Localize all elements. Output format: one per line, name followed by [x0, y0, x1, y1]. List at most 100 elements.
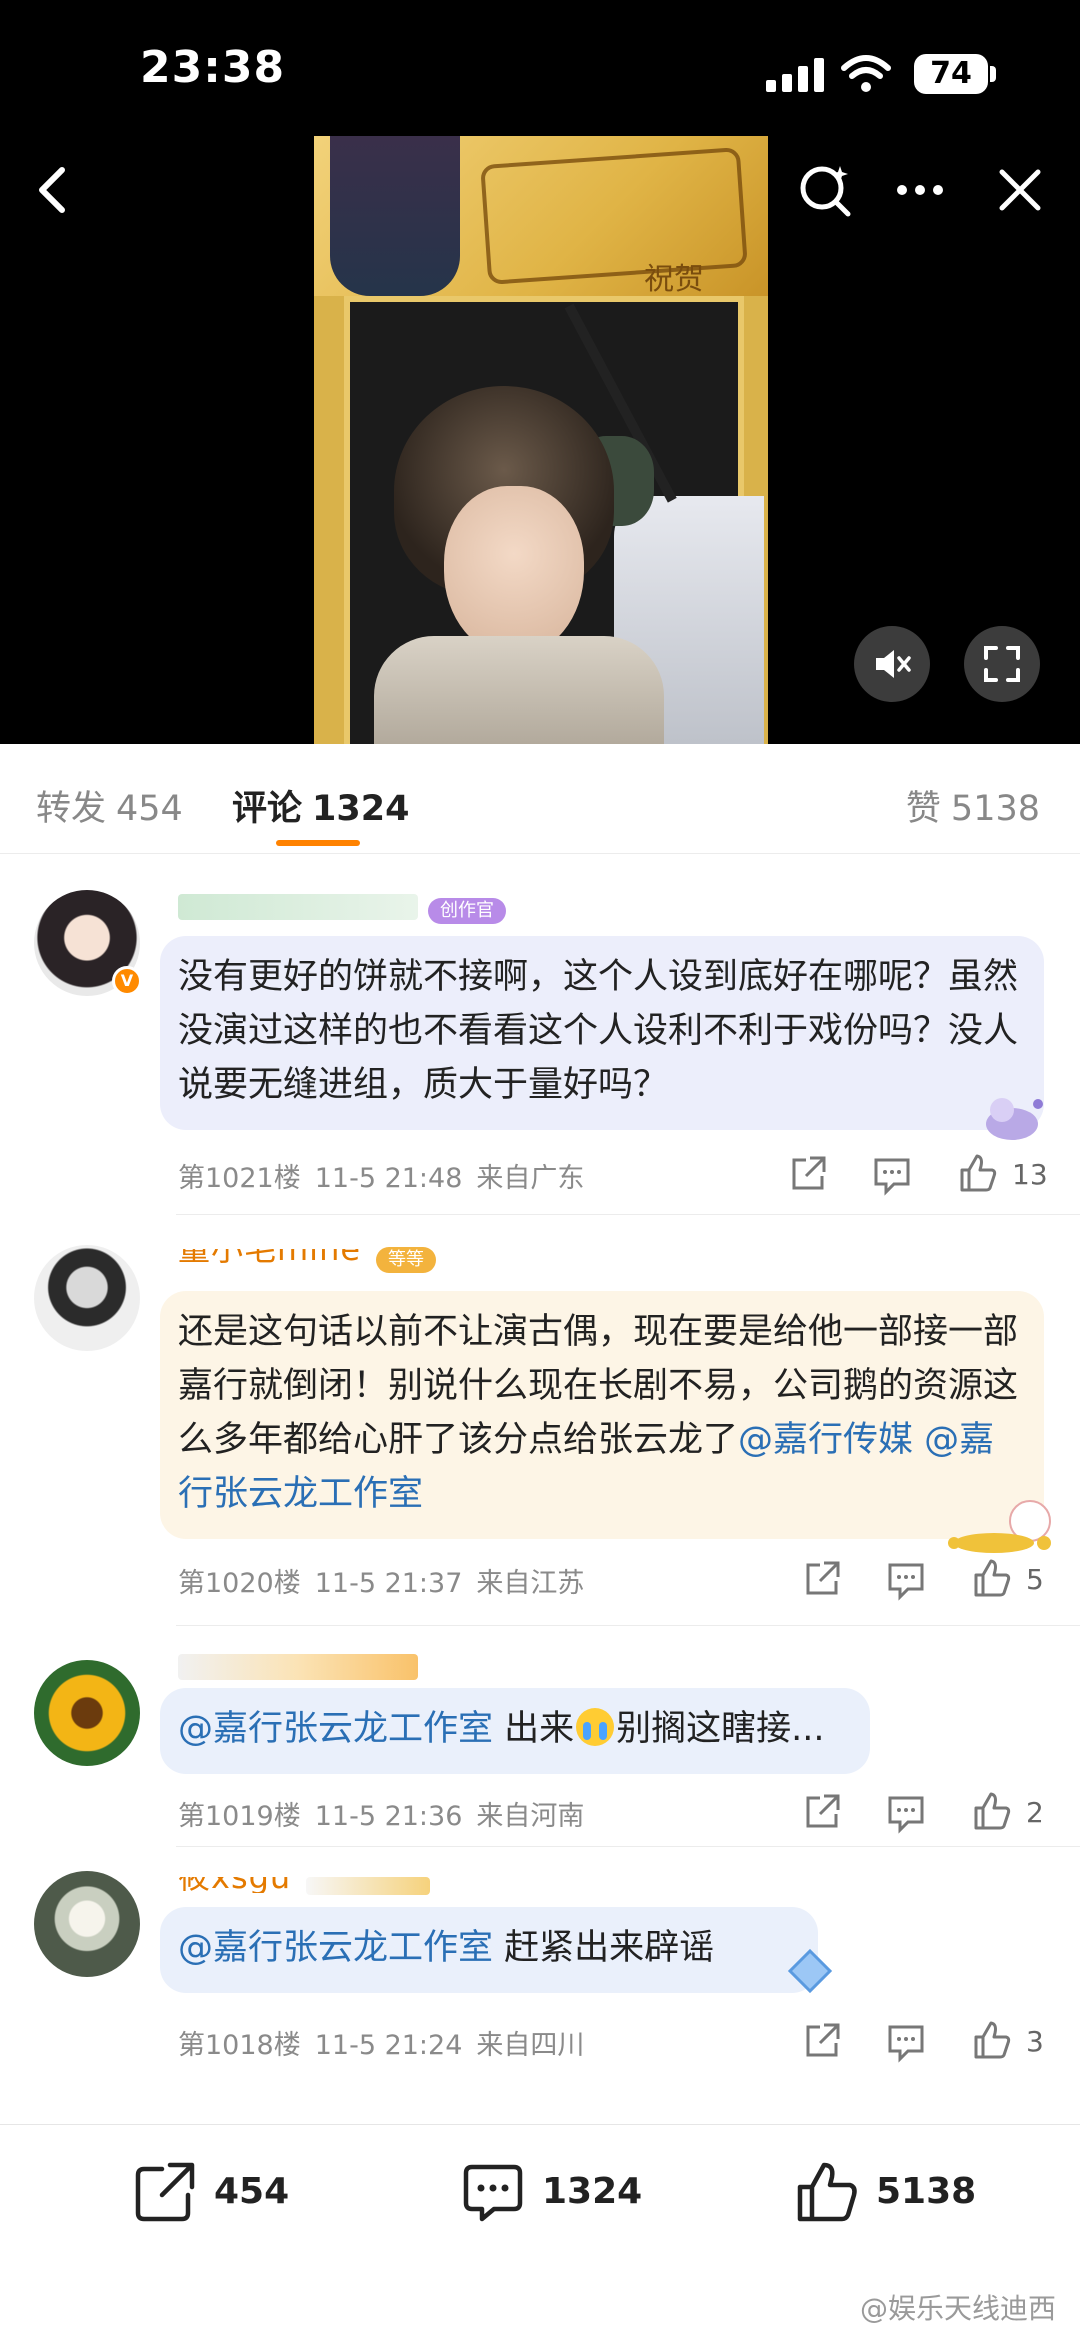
comment-bubble[interactable]: @嘉行张云龙工作室 出来 别搁这瞎接...	[160, 1688, 870, 1774]
comment-text: @嘉行张云龙工作室 赶紧出来辟谣	[178, 1921, 800, 1975]
like-icon[interactable]	[956, 1152, 1000, 1196]
comment-item: 筱xsgu @嘉行张云龙工作室 赶紧出来辟谣 第1018楼 11-5 21:24 来…	[0, 1847, 1080, 2087]
share-icon[interactable]	[800, 1557, 844, 1601]
fullscreen-icon	[984, 646, 1020, 682]
comment-text-body: 出来	[504, 1709, 575, 1749]
tab-comment-count: 1324	[312, 789, 410, 829]
battery-indicator: 74	[914, 54, 988, 94]
comment-location: 来自广东	[476, 1163, 585, 1194]
comment-text-body: 别搁这瞎接...	[616, 1709, 825, 1749]
share-icon[interactable]	[800, 1790, 844, 1834]
tab-comment-label: 评论	[232, 789, 303, 829]
video-banner-title-frame	[480, 147, 748, 285]
comment-bubble[interactable]: 没有更好的饼就不接啊，这个人设到底好在哪呢？虽然没演过这样的也不看看这个人设利不…	[160, 936, 1044, 1130]
comment-bubble[interactable]: @嘉行张云龙工作室 赶紧出来辟谣	[160, 1907, 818, 1993]
video-figure-thumbnail	[330, 136, 460, 296]
reply-icon[interactable]	[884, 1790, 928, 1834]
tab-repost-count: 454	[116, 789, 183, 829]
status-bar: 23:38 74	[0, 0, 1080, 150]
creator-badge: 创作官	[428, 898, 506, 924]
speaker-muted-icon	[876, 650, 911, 678]
comment-icon	[463, 2164, 523, 2222]
avatar[interactable]	[34, 1660, 140, 1766]
avatar[interactable]	[34, 1871, 140, 1977]
username-redacted	[178, 894, 418, 920]
comment-text: @嘉行张云龙工作室 出来 别搁这瞎接...	[178, 1702, 852, 1756]
active-tab-indicator	[276, 840, 360, 846]
watermark-text: @娱乐天线迪西	[859, 2292, 1056, 2325]
comment-like-count: 5	[1026, 1563, 1044, 1596]
thumbs-up-icon	[797, 2162, 857, 2222]
mention-link[interactable]: @嘉行张云龙工作室	[178, 1709, 493, 1749]
mention-link[interactable]: @嘉行传媒	[738, 1420, 913, 1460]
avatar[interactable]	[34, 1245, 140, 1351]
like-icon[interactable]	[970, 2019, 1014, 2063]
more-options-icon[interactable]	[890, 160, 950, 220]
comment-like-count: 3	[1026, 2025, 1044, 2058]
tab-repost-label: 转发	[36, 789, 107, 829]
comment-meta: 第1019楼 11-5 21:36 来自河南	[178, 1794, 584, 1833]
badge-redacted	[306, 1877, 430, 1895]
crying-emoji-icon	[576, 1708, 615, 1746]
comment-meta: 第1020楼 11-5 21:37 来自江苏	[178, 1561, 584, 1600]
tab-comment[interactable]: 评论 1324	[232, 780, 409, 831]
bubble-decoration-icon	[948, 1500, 1051, 1553]
like-icon[interactable]	[970, 1790, 1014, 1834]
reply-icon[interactable]	[884, 2019, 928, 2063]
video-banner-sign: 祝贺	[644, 262, 704, 297]
status-time: 23:38	[140, 42, 286, 93]
comment-text: 没有更好的饼就不接啊，这个人设到底好在哪呢？虽然没演过这样的也不看看这个人设利不…	[178, 957, 1019, 1105]
comment-meta: 第1021楼 11-5 21:48 来自广东	[178, 1156, 584, 1195]
fullscreen-button[interactable]	[964, 626, 1040, 702]
comment-floor: 第1018楼	[178, 2030, 301, 2061]
reply-icon[interactable]	[884, 1557, 928, 1601]
tab-like-count: 5138	[950, 789, 1040, 829]
comment-floor: 第1019楼	[178, 1801, 301, 1832]
video-actor-face	[444, 486, 584, 656]
video-player[interactable]: 祝贺	[314, 136, 768, 744]
video-header: 23:38 74 祝贺	[0, 0, 1080, 744]
comment-item: V 创作官 没有更好的饼就不接啊，这个人设到底好在哪呢？虽然没演过这样的也不看看…	[0, 854, 1080, 1214]
comment-date: 11-5 21:36	[314, 1801, 463, 1832]
comment-like-count: 2	[1026, 1796, 1044, 1829]
comment-date: 11-5 21:48	[314, 1163, 463, 1194]
comment-text-body: 赶紧出来辟谣	[504, 1928, 715, 1968]
share-icon[interactable]	[786, 1152, 830, 1196]
tab-like-label: 赞	[905, 789, 941, 829]
search-icon[interactable]	[796, 160, 856, 220]
mention-link[interactable]: @嘉行张云龙工作室	[178, 1928, 493, 1968]
mute-button[interactable]	[854, 626, 930, 702]
comment-item: 量小毛mine 等等 还是这句话以前不让演古偶，现在要是给他一部接一部嘉行就倒闭…	[0, 1215, 1080, 1625]
comment-floor: 第1021楼	[178, 1163, 301, 1194]
comment-location: 来自河南	[476, 1801, 585, 1832]
back-arrow-icon[interactable]	[24, 160, 84, 220]
comment-date: 11-5 21:37	[314, 1568, 463, 1599]
comment-floor: 第1020楼	[178, 1568, 301, 1599]
diamond-decoration-icon	[787, 1948, 833, 1994]
like-count: 5138	[876, 2171, 977, 2212]
comment-list: V 创作官 没有更好的饼就不接啊，这个人设到底好在哪呢？虽然没演过这样的也不看看…	[0, 854, 1080, 2124]
comment-text: 还是这句话以前不让演古偶，现在要是给他一部接一部嘉行就倒闭！别说什么现在长剧不易…	[178, 1305, 1026, 1521]
comment-username[interactable]: 量小毛mine	[178, 1249, 368, 1265]
comment-bubble[interactable]: 还是这句话以前不让演古偶，现在要是给他一部接一部嘉行就倒闭！别说什么现在长剧不易…	[160, 1291, 1044, 1539]
comment-username[interactable]: 筱xsgu	[178, 1877, 298, 1893]
repost-icon	[135, 2162, 195, 2222]
username-redacted	[178, 1654, 418, 1680]
comment-location: 来自江苏	[476, 1568, 585, 1599]
like-icon[interactable]	[970, 1557, 1014, 1601]
battery-nub	[990, 66, 996, 82]
comment-location: 来自四川	[476, 2030, 585, 2061]
wifi-icon	[841, 55, 891, 92]
tab-repost[interactable]: 转发 454	[36, 780, 183, 831]
video-actor-robe	[374, 636, 664, 744]
repost-count: 454	[214, 2171, 290, 2212]
fan-badge: 等等	[376, 1247, 436, 1273]
detail-tabs: 转发 454 评论 1324 赞 5138	[0, 744, 1080, 854]
reply-icon[interactable]	[870, 1152, 914, 1196]
share-icon[interactable]	[800, 2019, 844, 2063]
comment-meta: 第1018楼 11-5 21:24 来自四川	[178, 2023, 584, 2062]
bottom-action-bar: 454 1324 5138 @娱乐天线迪西	[0, 2124, 1080, 2341]
close-icon[interactable]	[990, 160, 1050, 220]
tab-like[interactable]: 赞 5138	[906, 780, 1040, 831]
cellular-signal-icon	[766, 58, 826, 92]
